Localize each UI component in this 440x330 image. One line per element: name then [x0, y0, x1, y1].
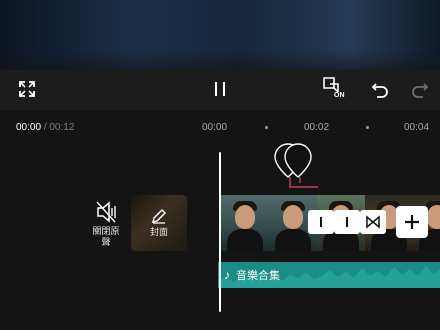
time-ruler: 00:00 / 00:12 00:00 00:02 00:04 [0, 114, 440, 140]
mute-original-audio-button[interactable]: 關閉原 聲 [88, 200, 124, 248]
plus-icon [405, 215, 419, 229]
tick-label: 00:02 [304, 122, 330, 133]
mute-label-line1: 關閉原 [92, 226, 120, 236]
edit-pencil-icon [151, 208, 167, 224]
transition-button[interactable] [360, 210, 386, 234]
audio-title: 音樂合集 [236, 270, 280, 282]
pause-button[interactable] [208, 77, 232, 101]
total-time: 00:12 [49, 122, 75, 133]
clip-split-handle[interactable] [334, 210, 360, 234]
expand-icon [19, 81, 35, 97]
undo-button[interactable] [368, 77, 392, 101]
cover-label: 封面 [149, 227, 168, 237]
add-clip-button[interactable] [396, 206, 428, 238]
mute-label-line2: 聲 [101, 237, 111, 247]
clip-split-handle[interactable] [308, 210, 334, 234]
tick-label: 00:04 [404, 122, 430, 133]
time-separator: / [43, 122, 47, 133]
playhead[interactable] [219, 152, 221, 312]
split-bar-icon [346, 217, 348, 227]
clip-thumbnail [221, 195, 269, 251]
music-note-icon: ♪ [224, 268, 230, 282]
playback-controls: ON [0, 70, 440, 110]
pause-icon [215, 82, 225, 96]
keyframe-badge: ON [334, 92, 345, 99]
cover-tool: 封面 [145, 207, 173, 238]
redo-button[interactable] [408, 77, 432, 101]
tick-dot [366, 126, 369, 129]
location-pin-icon [274, 143, 318, 188]
undo-icon [371, 83, 388, 98]
tick-dot [265, 126, 268, 129]
time-readout: 00:00 / 00:12 [16, 122, 74, 133]
speaker-mute-icon [96, 201, 116, 223]
split-bar-icon [320, 217, 322, 227]
cover-button[interactable]: 封面 [131, 195, 187, 251]
tick-label: 00:00 [202, 122, 228, 133]
keyframe-icon [323, 77, 339, 93]
fullscreen-button[interactable] [16, 78, 38, 100]
audio-track[interactable]: ♪ 音樂合集 [218, 262, 440, 288]
marker-pins[interactable] [272, 140, 322, 197]
redo-icon [412, 83, 429, 98]
current-time: 00:00 [16, 122, 42, 133]
transition-bowtie-icon [366, 215, 380, 229]
keyframe-toggle-button[interactable]: ON [320, 74, 350, 104]
audio-track-label: ♪ 音樂合集 [224, 267, 280, 283]
video-preview[interactable] [0, 0, 440, 70]
